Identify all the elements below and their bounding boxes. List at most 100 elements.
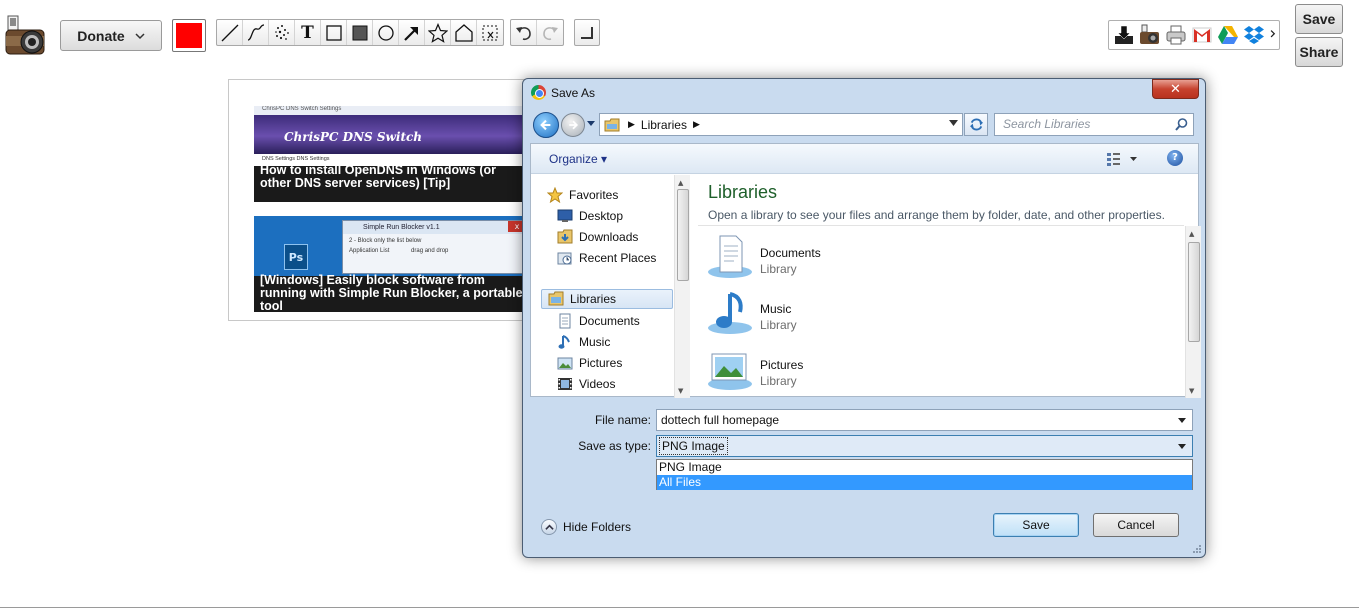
article-caption: [Windows] Easily block software from run…: [260, 273, 523, 313]
pictures-icon: [557, 355, 573, 371]
more-targets-button[interactable]: [1268, 23, 1278, 47]
chevron-down-icon: [135, 32, 145, 39]
music-note-icon: [557, 334, 573, 350]
curve-tool[interactable]: [243, 20, 269, 45]
help-button[interactable]: ?: [1167, 150, 1183, 166]
article-thumbnail[interactable]: Ps Simple Run Blocker v1.1 x 2 - Block o…: [254, 216, 529, 312]
nav-label: Videos: [579, 377, 616, 391]
nav-favorites[interactable]: Favorites: [547, 185, 689, 205]
share-button[interactable]: Share: [1295, 37, 1343, 67]
list-item[interactable]: Pictures Library: [706, 344, 1006, 394]
dialog-cancel-button[interactable]: Cancel: [1093, 513, 1179, 537]
dropbox-button[interactable]: [1242, 23, 1266, 47]
scrollbar-thumb[interactable]: [677, 189, 689, 281]
camera-button[interactable]: [1138, 23, 1162, 47]
arrow-tool[interactable]: [399, 20, 425, 45]
refresh-button[interactable]: [964, 113, 988, 136]
library-name: Music: [760, 302, 792, 316]
curve-icon: [247, 23, 264, 41]
resize-tools: [574, 19, 600, 46]
chevron-down-icon[interactable]: [949, 120, 958, 127]
text-tool[interactable]: T: [295, 20, 321, 45]
desktop-icon: [557, 208, 573, 224]
chevron-right-icon: [1270, 30, 1276, 38]
thumbnail-screenshot: ChrisPC DNS Switch Settings ChrisPC DNS …: [254, 106, 529, 166]
filled-rectangle-tool[interactable]: [347, 20, 373, 45]
drawing-tools: T: [216, 19, 504, 46]
canvas-preview[interactable]: ChrisPC DNS Switch Settings ChrisPC DNS …: [228, 79, 529, 321]
app-toolbar: Donate T Save Share: [0, 0, 1359, 72]
history-tools: [510, 19, 564, 46]
nav-label: Libraries: [570, 292, 617, 306]
spray-icon: [274, 24, 289, 40]
scrollbar-thumb[interactable]: [1188, 242, 1200, 342]
line-icon: [221, 24, 238, 41]
content-scrollbar[interactable]: ▲ ▼: [1185, 226, 1201, 398]
file-name-input[interactable]: dottech full homepage: [656, 409, 1193, 431]
resize-grip-icon[interactable]: [1192, 544, 1202, 554]
spray-tool[interactable]: [269, 20, 295, 45]
google-drive-button[interactable]: [1216, 23, 1240, 47]
save-button[interactable]: Save: [1295, 4, 1343, 34]
music-library-icon: [708, 292, 752, 334]
back-button[interactable]: [533, 112, 559, 138]
undo-button[interactable]: [511, 20, 537, 45]
crop-tool[interactable]: [477, 20, 503, 45]
forward-button[interactable]: [561, 113, 585, 137]
nav-scrollbar[interactable]: ▲ ▼: [674, 175, 690, 398]
chrome-icon: [531, 85, 546, 100]
save-type-select[interactable]: PNG Image: [656, 435, 1193, 457]
hide-folders-button[interactable]: Hide Folders: [541, 519, 631, 535]
close-button[interactable]: ✕: [1152, 79, 1199, 99]
house-shape-icon: [454, 23, 473, 42]
arrow-right-icon: [569, 120, 579, 130]
breadcrumb-libraries[interactable]: Libraries: [641, 118, 687, 132]
organize-menu[interactable]: Organize ▾: [549, 152, 607, 166]
article-thumbnail[interactable]: ChrisPC DNS Switch Settings ChrisPC DNS …: [254, 106, 529, 202]
nav-label: Desktop: [579, 209, 624, 223]
ellipse-tool[interactable]: [373, 20, 399, 45]
search-input[interactable]: Search Libraries: [994, 113, 1194, 136]
download-button[interactable]: [1112, 23, 1136, 47]
library-heading: Libraries: [708, 182, 778, 202]
thumbnail-window-title: Simple Run Blocker v1.1: [343, 221, 526, 234]
dialog-save-button[interactable]: Save: [993, 513, 1079, 537]
libraries-folder-icon: [604, 118, 620, 131]
google-drive-icon: [1218, 26, 1238, 44]
house-shape-tool[interactable]: [451, 20, 477, 45]
thumbnail-screenshot: Ps Simple Run Blocker v1.1 x 2 - Block o…: [254, 216, 529, 276]
nav-libraries[interactable]: Libraries: [541, 289, 673, 309]
nav-label: Downloads: [579, 230, 639, 244]
gmail-button[interactable]: [1190, 23, 1214, 47]
documents-icon: [557, 313, 573, 329]
chevron-down-icon[interactable]: [1178, 418, 1186, 423]
page-divider: [0, 607, 1359, 608]
thumbnail-brand: ChrisPC DNS Switch: [284, 130, 423, 144]
download-icon: [1115, 25, 1133, 44]
list-item[interactable]: Music Library: [706, 288, 1006, 338]
star-tool[interactable]: [425, 20, 451, 45]
downloads-folder-icon: [557, 229, 573, 245]
rectangle-tool[interactable]: [321, 20, 347, 45]
list-item[interactable]: Documents Library: [706, 232, 1006, 282]
refresh-icon: [969, 118, 983, 131]
file-name-value: dottech full homepage: [661, 413, 780, 427]
line-tool[interactable]: [217, 20, 243, 45]
color-picker[interactable]: [172, 19, 206, 52]
help-icon: ?: [1172, 152, 1178, 163]
donate-button[interactable]: Donate: [60, 20, 162, 51]
documents-library-icon: [708, 235, 752, 278]
film-icon: [557, 376, 573, 392]
ellipse-icon: [377, 24, 394, 41]
recent-locations-chevron-icon[interactable]: [587, 121, 595, 127]
nav-label: Documents: [579, 314, 640, 328]
option-png-image[interactable]: PNG Image: [657, 460, 1192, 475]
redo-button[interactable]: [537, 20, 563, 45]
print-button[interactable]: [1164, 23, 1188, 47]
address-bar[interactable]: ▶ Libraries ▶: [599, 113, 963, 136]
selected-color-swatch: [176, 23, 202, 48]
resize-button[interactable]: [575, 20, 599, 45]
scroll-down-icon: ▼: [678, 387, 684, 395]
change-view-icon[interactable]: [1105, 151, 1139, 167]
option-all-files[interactable]: All Files: [657, 475, 1192, 490]
